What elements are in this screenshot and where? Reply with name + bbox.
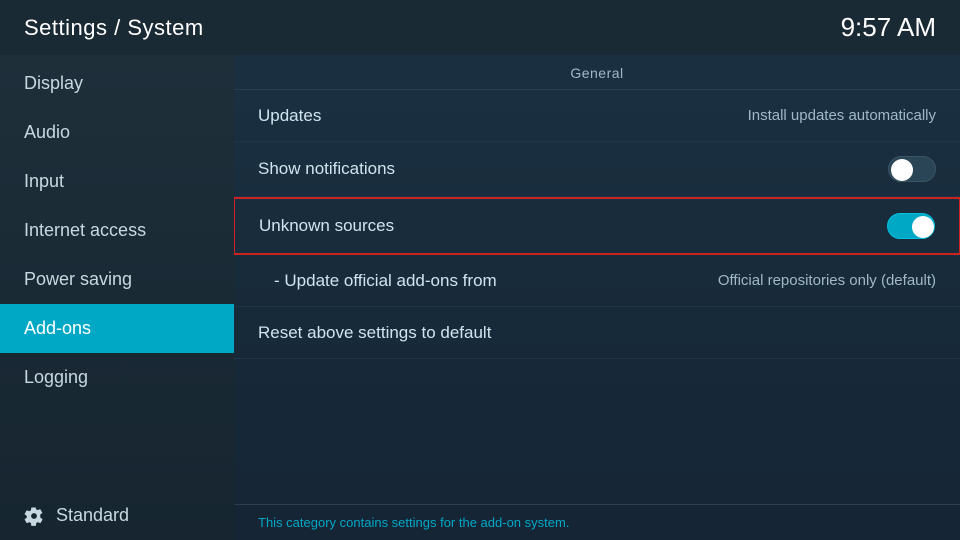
sidebar-item-label-add-ons: Add-ons <box>24 318 91 339</box>
settings-row-updates[interactable]: Updates Install updates automatically <box>234 90 960 142</box>
reset-label: Reset above settings to default <box>258 323 491 343</box>
sidebar-item-label-power-saving: Power saving <box>24 269 132 290</box>
settings-row-show-notifications[interactable]: Show notifications <box>234 142 960 197</box>
content-area: General Updates Install updates automati… <box>234 55 960 540</box>
clock: 9:57 AM <box>841 12 936 43</box>
settings-row-update-official-addons[interactable]: - Update official add-ons from Official … <box>234 255 960 307</box>
gear-icon <box>24 506 44 526</box>
sidebar-item-label-audio: Audio <box>24 122 70 143</box>
content-footer: This category contains settings for the … <box>234 504 960 540</box>
toggle-knob-unknown <box>912 216 934 238</box>
show-notifications-label: Show notifications <box>258 159 395 179</box>
update-official-addons-label: - Update official add-ons from <box>274 271 497 291</box>
header: Settings / System 9:57 AM <box>0 0 960 55</box>
sidebar-item-input[interactable]: Input <box>0 157 234 206</box>
unknown-sources-toggle[interactable] <box>887 213 935 239</box>
sidebar-item-logging[interactable]: Logging <box>0 353 234 402</box>
sidebar-item-audio[interactable]: Audio <box>0 108 234 157</box>
update-official-addons-value: Official repositories only (default) <box>718 272 936 289</box>
sidebar: Display Audio Input Internet access Powe… <box>0 55 234 540</box>
section-header: General <box>234 55 960 90</box>
settings-list: Updates Install updates automatically Sh… <box>234 90 960 504</box>
settings-row-unknown-sources[interactable]: Unknown sources <box>234 197 960 255</box>
sidebar-item-label-input: Input <box>24 171 64 192</box>
unknown-sources-label: Unknown sources <box>259 216 394 236</box>
sidebar-item-internet-access[interactable]: Internet access <box>0 206 234 255</box>
main-layout: Display Audio Input Internet access Powe… <box>0 55 960 540</box>
sidebar-footer-label: Standard <box>56 505 129 526</box>
sidebar-item-add-ons[interactable]: Add-ons <box>0 304 234 353</box>
updates-label: Updates <box>258 106 321 126</box>
sidebar-item-display[interactable]: Display <box>0 59 234 108</box>
updates-value: Install updates automatically <box>748 107 936 124</box>
settings-row-reset[interactable]: Reset above settings to default <box>234 307 960 359</box>
toggle-knob <box>891 159 913 181</box>
page-title: Settings / System <box>24 15 204 41</box>
sidebar-footer[interactable]: Standard <box>0 491 234 540</box>
sidebar-item-power-saving[interactable]: Power saving <box>0 255 234 304</box>
sidebar-item-label-display: Display <box>24 73 83 94</box>
sidebar-item-label-internet-access: Internet access <box>24 220 146 241</box>
show-notifications-toggle[interactable] <box>888 156 936 182</box>
sidebar-item-label-logging: Logging <box>24 367 88 388</box>
